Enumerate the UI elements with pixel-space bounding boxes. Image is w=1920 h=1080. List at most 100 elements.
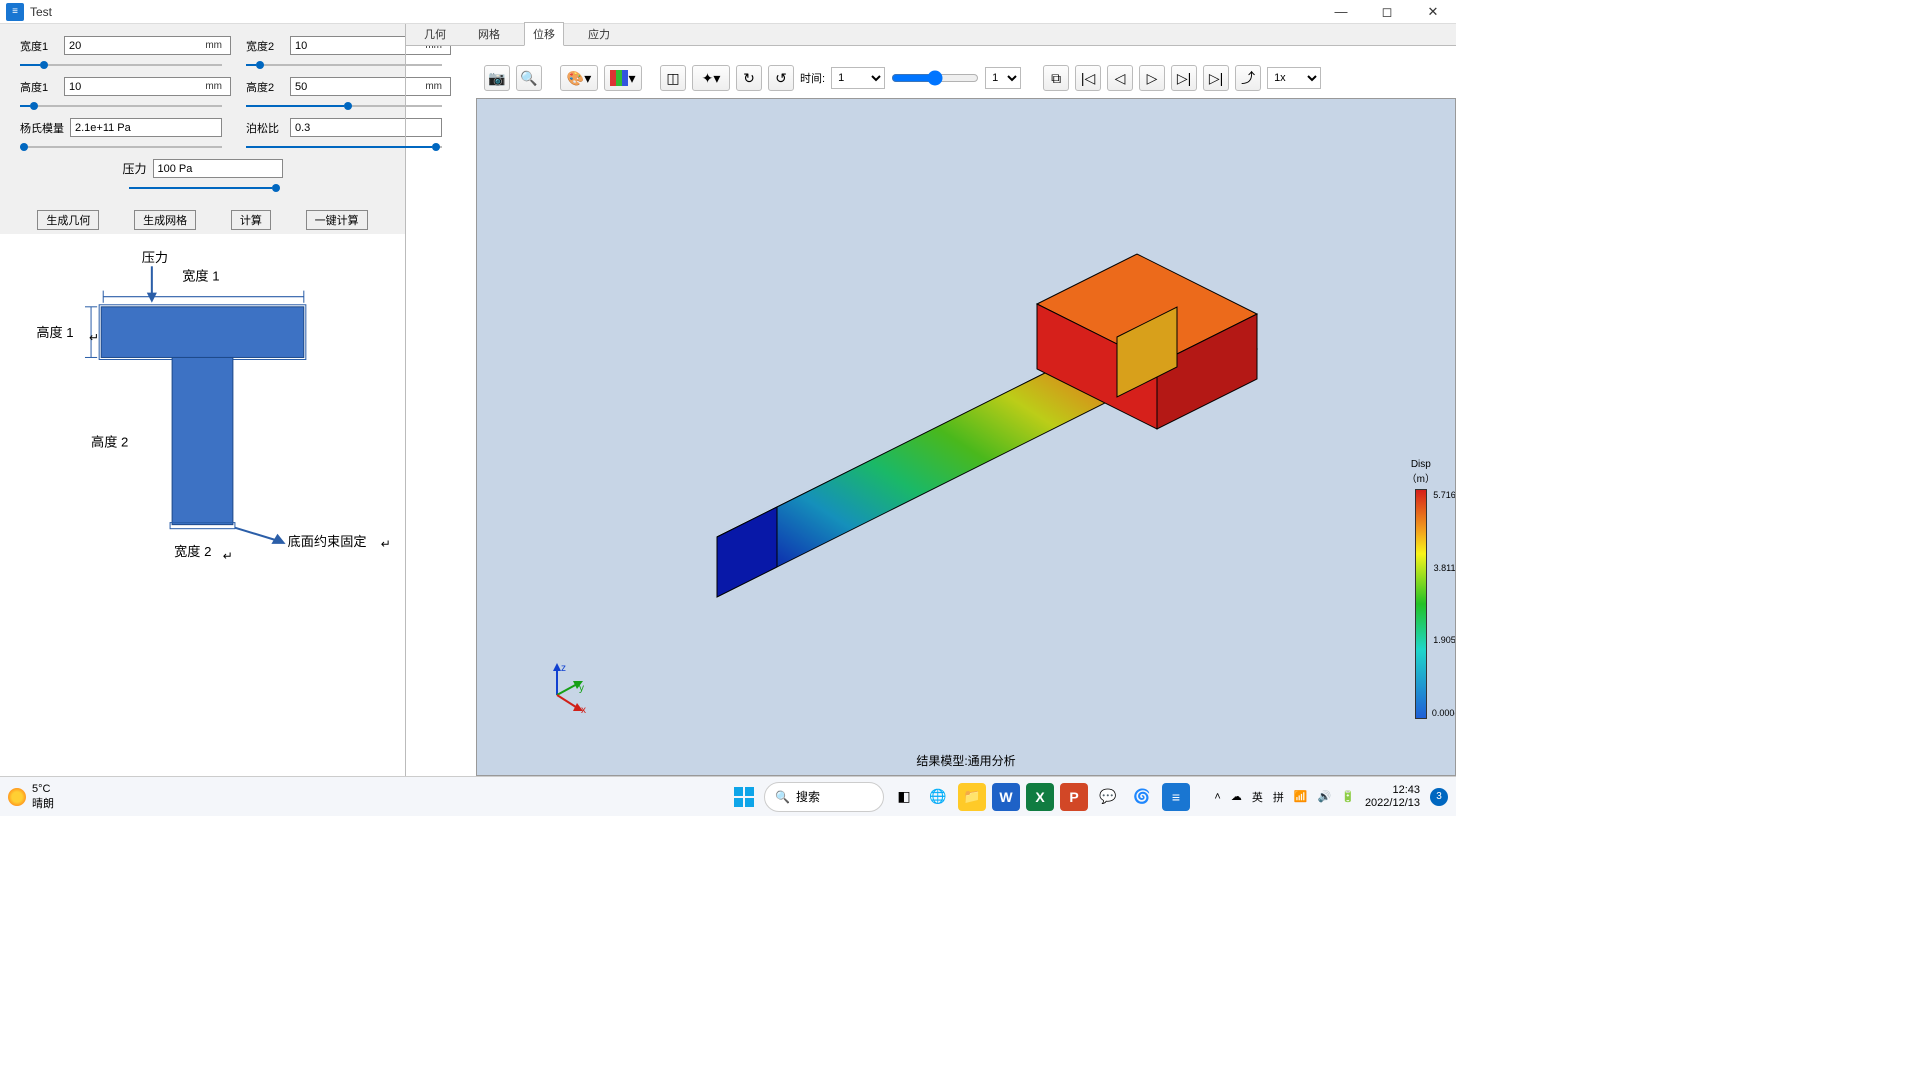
ime-lang[interactable]: 英 bbox=[1252, 789, 1263, 805]
palette-dropdown-icon[interactable]: 🎨▾ bbox=[560, 65, 598, 91]
viewport-toolbar: 📷 🔍 🎨▾ ▾ ◫ ✦▾ ↻ ↺ 时间: 1 1 ⧉ |◁ ◁ ▷ ▷| ▷|… bbox=[476, 58, 1456, 98]
diagram-width1-label: 宽度 1 bbox=[182, 267, 219, 283]
start-button[interactable] bbox=[730, 783, 758, 811]
first-frame-icon[interactable]: |◁ bbox=[1075, 65, 1101, 91]
explorer-icon[interactable]: 📁 bbox=[958, 783, 986, 811]
onedrive-icon[interactable]: ☁ bbox=[1231, 790, 1242, 803]
width2-slider[interactable] bbox=[246, 61, 442, 69]
svg-text:z: z bbox=[561, 663, 566, 674]
diagram-height2-label: 高度 2 bbox=[91, 434, 128, 450]
weather-widget[interactable]: 5°C 晴朗 bbox=[8, 783, 54, 811]
height1-input[interactable] bbox=[64, 77, 231, 96]
colormap-dropdown-icon[interactable]: ▾ bbox=[604, 65, 642, 91]
task-view-icon[interactable]: ◧ bbox=[890, 783, 918, 811]
param-label: 泊松比 bbox=[246, 120, 284, 136]
diagram-height1-label: 高度 1 bbox=[36, 324, 73, 340]
tab-displacement[interactable]: 位移 bbox=[524, 22, 564, 46]
legend-unit: （m） bbox=[1407, 470, 1435, 485]
step-select[interactable]: 1 bbox=[985, 67, 1021, 89]
one-click-compute-button[interactable]: 一键计算 bbox=[306, 210, 368, 230]
volume-icon[interactable]: 🔊 bbox=[1318, 790, 1332, 803]
window-title: Test bbox=[30, 5, 52, 19]
minimize-button[interactable]: — bbox=[1318, 0, 1364, 24]
param-label: 高度1 bbox=[20, 79, 58, 95]
wechat-icon[interactable]: 💬 bbox=[1094, 783, 1122, 811]
time: 12:43 bbox=[1365, 784, 1420, 796]
search-placeholder: 搜索 bbox=[796, 788, 820, 805]
results-panel: 几何 网格 位移 应力 📷 🔍 🎨▾ ▾ ◫ ✦▾ ↻ ↺ 时间: 1 1 ⧉ … bbox=[405, 24, 1456, 776]
param-label: 高度2 bbox=[246, 79, 284, 95]
param-label: 杨氏模量 bbox=[20, 120, 64, 136]
parameters-panel: 宽度1 mm 宽度2 mm bbox=[0, 24, 405, 776]
legend-tick: 5.716e-11 bbox=[1432, 490, 1456, 500]
diagram-width2-label: 宽度 2 bbox=[174, 543, 211, 559]
weather-desc: 晴朗 bbox=[32, 795, 54, 811]
tab-stress[interactable]: 应力 bbox=[580, 23, 618, 45]
poisson-slider[interactable] bbox=[246, 143, 442, 151]
width1-slider[interactable] bbox=[20, 61, 222, 69]
export-icon[interactable]: ⤴ bbox=[1235, 65, 1261, 91]
clock[interactable]: 12:43 2022/12/13 bbox=[1365, 784, 1420, 808]
battery-icon[interactable]: 🔋 bbox=[1341, 790, 1355, 803]
generate-geometry-button[interactable]: 生成几何 bbox=[37, 210, 99, 230]
tray-expand-icon[interactable]: ˄ bbox=[1214, 791, 1220, 803]
axes-dropdown-icon[interactable]: ✦▾ bbox=[692, 65, 730, 91]
youngs-slider[interactable] bbox=[20, 143, 222, 151]
rotate-ccw-icon[interactable]: ↺ bbox=[768, 65, 794, 91]
app-taskbar-icon[interactable]: ≡ bbox=[1162, 783, 1190, 811]
return-icon: ↵ bbox=[89, 330, 99, 344]
viewport-3d[interactable]: z y x Disp （m） 5.716e-11 3.811e-11 1.905… bbox=[476, 98, 1456, 776]
rotate-cw-icon[interactable]: ↻ bbox=[736, 65, 762, 91]
result-tabs: 几何 网格 位移 应力 bbox=[406, 24, 1456, 46]
ime-mode[interactable]: 拼 bbox=[1273, 789, 1284, 805]
height2-slider[interactable] bbox=[246, 102, 442, 110]
diagram-pressure-label: 压力 bbox=[142, 250, 168, 265]
play-icon[interactable]: ▷ bbox=[1139, 65, 1165, 91]
legend-tick: 0.000e+00 bbox=[1432, 708, 1456, 718]
time-slider[interactable] bbox=[891, 70, 979, 86]
wifi-icon[interactable]: 📶 bbox=[1294, 790, 1308, 803]
geometry-diagram: 压力 宽度 1 高度 1 ↵ bbox=[0, 234, 405, 776]
powerpoint-icon[interactable]: P bbox=[1060, 783, 1088, 811]
result-model bbox=[707, 219, 1267, 639]
edge-icon[interactable]: 🌐 bbox=[924, 783, 952, 811]
param-height1: 高度1 mm bbox=[20, 77, 222, 110]
color-legend: Disp （m） 5.716e-11 3.811e-11 1.905e-11 0… bbox=[1407, 459, 1435, 723]
generate-mesh-button[interactable]: 生成网格 bbox=[134, 210, 196, 230]
taskbar: 5°C 晴朗 🔍 搜索 ◧ 🌐 📁 W X P 💬 🌀 ≡ ˄ ☁ 英 拼 📶 … bbox=[0, 776, 1456, 816]
time-label: 时间: bbox=[800, 70, 825, 86]
legend-title: Disp bbox=[1407, 459, 1435, 470]
height1-slider[interactable] bbox=[20, 102, 222, 110]
tab-geometry[interactable]: 几何 bbox=[416, 23, 454, 45]
browser-icon[interactable]: 🌀 bbox=[1128, 783, 1156, 811]
pressure-slider[interactable] bbox=[129, 184, 277, 192]
compute-button[interactable]: 计算 bbox=[231, 210, 271, 230]
param-label: 宽度2 bbox=[246, 38, 284, 54]
close-button[interactable]: ✕ bbox=[1410, 0, 1456, 24]
taskbar-search[interactable]: 🔍 搜索 bbox=[764, 782, 884, 812]
prev-frame-icon[interactable]: ◁ bbox=[1107, 65, 1133, 91]
param-label: 压力 bbox=[122, 160, 146, 177]
selection-icon[interactable]: ◫ bbox=[660, 65, 686, 91]
return-icon: ↵ bbox=[381, 537, 391, 551]
zoom-icon[interactable]: 🔍 bbox=[516, 65, 542, 91]
pressure-input[interactable] bbox=[153, 159, 283, 178]
word-icon[interactable]: W bbox=[992, 783, 1020, 811]
youngs-input[interactable] bbox=[70, 118, 222, 137]
speed-select[interactable]: 1x bbox=[1267, 67, 1321, 89]
record-icon[interactable]: ⧉ bbox=[1043, 65, 1069, 91]
notification-badge[interactable]: 3 bbox=[1430, 788, 1448, 806]
app-icon: ≡ bbox=[6, 3, 24, 21]
temperature: 5°C bbox=[32, 783, 54, 795]
next-frame-icon[interactable]: ▷| bbox=[1171, 65, 1197, 91]
maximize-button[interactable]: ◻ bbox=[1364, 0, 1410, 24]
time-select[interactable]: 1 bbox=[831, 67, 885, 89]
legend-tick: 1.905e-11 bbox=[1432, 635, 1456, 645]
width1-input[interactable] bbox=[64, 36, 231, 55]
last-frame-icon[interactable]: ▷| bbox=[1203, 65, 1229, 91]
camera-icon[interactable]: 📷 bbox=[484, 65, 510, 91]
tab-mesh[interactable]: 网格 bbox=[470, 23, 508, 45]
excel-icon[interactable]: X bbox=[1026, 783, 1054, 811]
model-caption: 结果模型:通用分析 bbox=[916, 752, 1015, 769]
svg-text:y: y bbox=[579, 683, 584, 694]
